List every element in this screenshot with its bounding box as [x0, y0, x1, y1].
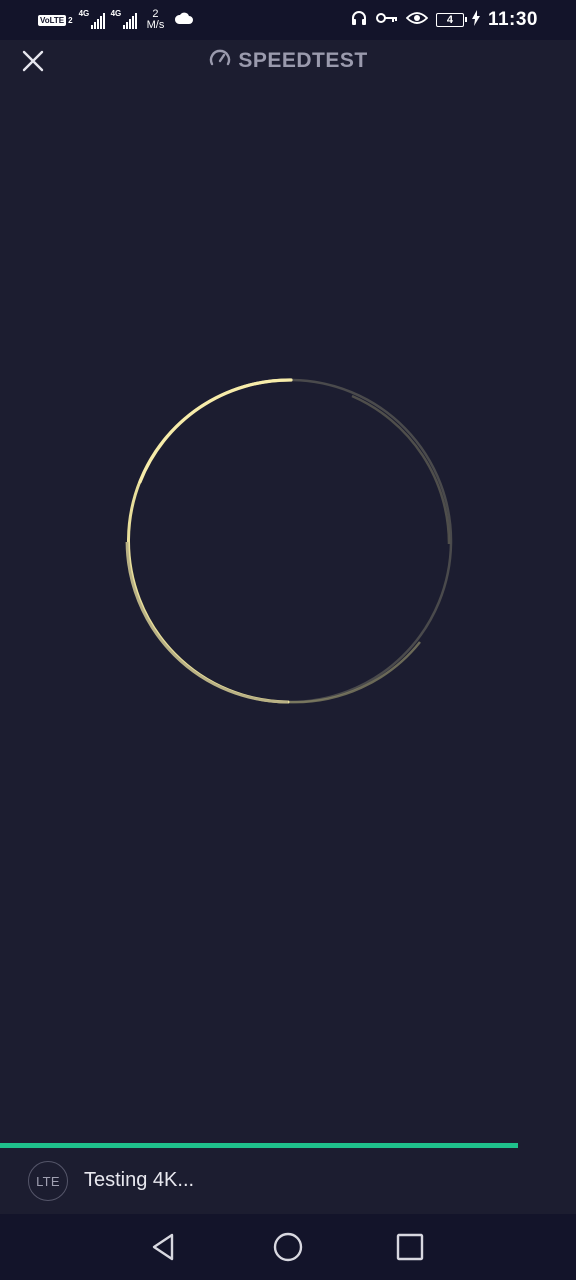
loading-ring-track — [287, 378, 453, 704]
system-nav-bar — [0, 1214, 576, 1280]
battery-level: 4 — [446, 14, 454, 26]
volte-sim-number: 2 — [68, 15, 73, 25]
app-title: SPEEDTEST — [0, 46, 576, 76]
status-bar-right: 4 11:30 — [350, 6, 538, 34]
nav-home-button[interactable] — [272, 1231, 304, 1263]
sim1-network-type: 4G — [78, 9, 90, 18]
test-status-footer: LTE Testing 4K... — [0, 1148, 576, 1214]
battery-icon: 4 — [435, 13, 467, 27]
status-bar: VoLTE 2 4G 4G 2 M/s 4 11:30 — [0, 0, 576, 40]
test-status-text: Testing 4K... — [84, 1169, 195, 1191]
eye-icon — [405, 11, 429, 30]
recents-square-icon — [396, 1233, 424, 1261]
vpn-key-icon — [375, 11, 398, 30]
network-speed-unit: M/s — [146, 19, 165, 31]
loading-ring-arc — [127, 378, 293, 704]
loading-gauge — [120, 372, 456, 708]
app-title-text: SPEEDTEST — [238, 49, 368, 72]
speedometer-icon — [208, 47, 232, 76]
connection-type-badge: LTE — [28, 1161, 68, 1201]
nav-recents-button[interactable] — [394, 1231, 426, 1263]
home-circle-icon — [273, 1232, 303, 1262]
status-time: 11:30 — [487, 9, 538, 30]
charging-bolt-icon — [471, 9, 480, 31]
headset-icon — [350, 9, 368, 32]
network-speed-indicator: 2 M/s — [147, 9, 165, 31]
volte-label: VoLTE — [38, 14, 67, 26]
loading-ring — [125, 378, 453, 704]
sim2-signal-icon: 4G — [111, 9, 137, 31]
back-triangle-icon — [152, 1233, 174, 1261]
sim1-signal-icon: 4G — [79, 9, 105, 31]
sim2-network-type: 4G — [110, 9, 122, 18]
status-bar-left: VoLTE 2 4G 4G 2 M/s — [38, 6, 194, 34]
nav-back-button[interactable] — [148, 1231, 180, 1263]
volte-indicator: VoLTE 2 — [38, 14, 73, 26]
speedtest-screen: VoLTE 2 4G 4G 2 M/s 4 11:30 SPEEDTEST LT… — [0, 0, 576, 1280]
cloud-icon — [174, 11, 194, 30]
